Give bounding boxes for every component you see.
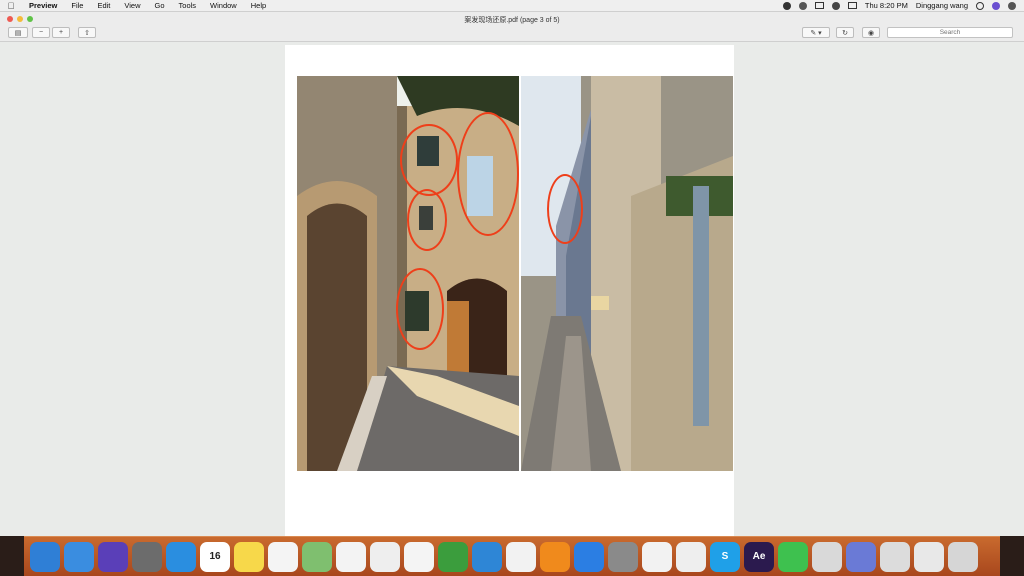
whatsapp-icon[interactable]: [778, 541, 808, 572]
trash-icon[interactable]: [948, 541, 978, 572]
markup-toolbar-button[interactable]: ◉: [862, 27, 880, 38]
safari-2-icon[interactable]: [166, 541, 196, 572]
user-name[interactable]: Dinggang wang: [916, 1, 968, 10]
rotate-icon: ↻: [842, 29, 848, 37]
share-icon: ⇧: [84, 29, 90, 37]
finder-icon[interactable]: [64, 541, 94, 572]
menu-bar:  Preview File Edit View Go Tools Window…: [0, 0, 1024, 12]
annotation-circle: [407, 189, 447, 251]
photos-icon[interactable]: [336, 541, 366, 572]
menu-help[interactable]: Help: [244, 1, 273, 10]
menu-preview[interactable]: Preview: [22, 1, 64, 10]
display-icon[interactable]: [814, 2, 824, 9]
markup-icon: ◉: [867, 29, 875, 37]
zoom-in-icon: +: [58, 29, 64, 36]
street-photo-right: [521, 76, 733, 471]
menu-edit[interactable]: Edit: [90, 1, 117, 10]
sketch-icon[interactable]: [404, 541, 434, 572]
chrome-icon[interactable]: [642, 541, 672, 572]
app-store-icon[interactable]: [574, 541, 604, 572]
document-title[interactable]: 案发现场还原.pdf (page 3 of 5): [0, 15, 1024, 25]
battery-icon[interactable]: [847, 2, 857, 9]
siri-icon[interactable]: [992, 1, 1000, 10]
preview-window: 案发现场还原.pdf (page 3 of 5) ▤ − + ⇧ ✎ ▾ ↻ ◉: [0, 12, 1024, 536]
sidebar-toggle-button[interactable]: ▤: [8, 27, 28, 38]
menu-tools[interactable]: Tools: [172, 1, 204, 10]
notes-icon[interactable]: [234, 541, 264, 572]
zoom-out-button[interactable]: −: [32, 27, 50, 38]
maps-icon[interactable]: [302, 541, 332, 572]
reminders-icon[interactable]: [268, 541, 298, 572]
after-effects-label: Ae: [752, 551, 766, 562]
apple-menu-icon[interactable]: : [0, 1, 22, 11]
pen-icon: ✎ ▾: [810, 29, 822, 37]
wifi-icon[interactable]: [831, 1, 840, 10]
messages-icon[interactable]: [370, 541, 400, 572]
annotation-circle: [400, 124, 458, 196]
siri-icon[interactable]: [98, 541, 128, 572]
rotate-button[interactable]: ↻: [836, 27, 854, 38]
street-photo-right-graphic: [521, 76, 733, 471]
record-icon[interactable]: [782, 1, 791, 10]
notification-center-icon[interactable]: [1008, 1, 1016, 10]
discord-icon[interactable]: [846, 541, 876, 572]
pdf-page: [285, 45, 734, 536]
search-input[interactable]: [887, 27, 1013, 38]
spotlight-icon[interactable]: [976, 1, 984, 10]
wechat-icon[interactable]: [798, 1, 807, 10]
title-bar: 案发现场还原.pdf (page 3 of 5) ▤ − + ⇧ ✎ ▾ ↻ ◉: [0, 12, 1024, 42]
annotation-circle: [547, 174, 583, 244]
after-effects-icon[interactable]: Ae: [744, 541, 774, 572]
mouse-app-icon[interactable]: [676, 541, 706, 572]
sidebar-icon: ▤: [14, 29, 22, 37]
clock[interactable]: Thu 8:20 PM: [865, 1, 908, 10]
menu-window[interactable]: Window: [203, 1, 244, 10]
markup-button[interactable]: ✎ ▾: [802, 27, 830, 38]
preview-icon[interactable]: [880, 541, 910, 572]
launchpad-icon[interactable]: [132, 541, 162, 572]
annotation-circle: [396, 268, 444, 350]
itunes-icon[interactable]: [506, 541, 536, 572]
menu-file[interactable]: File: [64, 1, 90, 10]
menu-view[interactable]: View: [117, 1, 147, 10]
skype-icon[interactable]: S: [710, 541, 740, 572]
zoom-out-icon: −: [38, 29, 44, 36]
calendar-label: 16: [209, 551, 221, 562]
keynote-icon[interactable]: [472, 541, 502, 572]
menu-go[interactable]: Go: [148, 1, 172, 10]
dock: 16 S Ae: [24, 536, 1000, 576]
image-capture-icon[interactable]: [812, 541, 842, 572]
status-area: Thu 8:20 PM Dinggang wang: [782, 1, 1024, 10]
safari-icon[interactable]: [30, 541, 60, 572]
skype-label: S: [721, 551, 729, 562]
calendar-icon[interactable]: 16: [200, 541, 230, 572]
folder-icon[interactable]: [914, 541, 944, 572]
ibooks-icon[interactable]: [540, 541, 570, 572]
annotation-circle: [457, 112, 519, 236]
share-button[interactable]: ⇧: [78, 27, 96, 38]
zoom-in-button[interactable]: +: [52, 27, 70, 38]
system-preferences-icon[interactable]: [608, 541, 638, 572]
numbers-icon[interactable]: [438, 541, 468, 572]
street-photo-left: [297, 76, 519, 471]
